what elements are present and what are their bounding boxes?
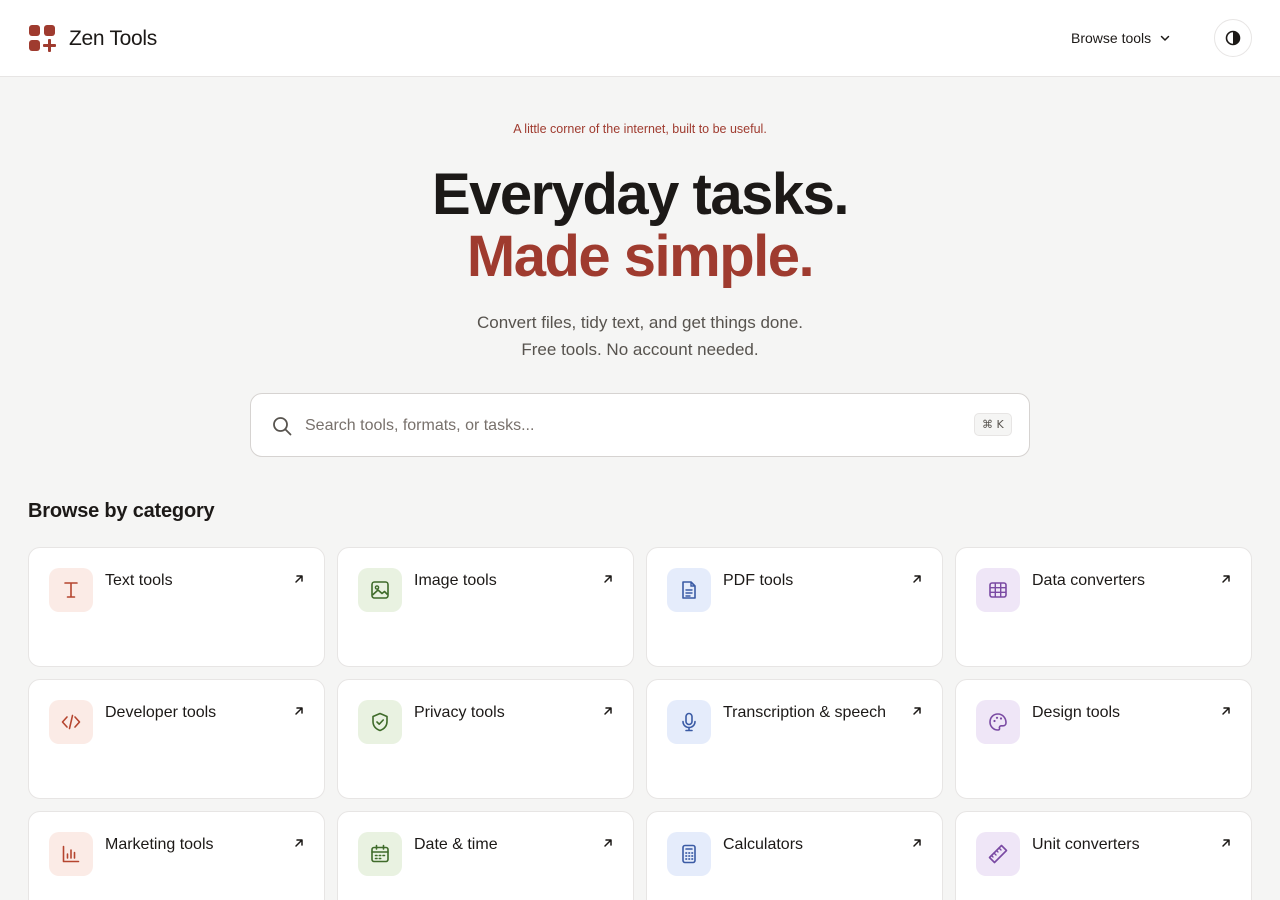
top-bar: Zen Tools Browse tools bbox=[0, 0, 1280, 77]
shield-check-icon bbox=[358, 700, 402, 744]
category-card-unit-converters[interactable]: Unit converters bbox=[955, 811, 1252, 900]
arrow-up-right-icon bbox=[295, 575, 303, 583]
category-card-transcription-speech[interactable]: Transcription & speech bbox=[646, 679, 943, 799]
bar-chart-icon bbox=[49, 832, 93, 876]
search-shortcut-badge: ⌘ K bbox=[974, 413, 1012, 436]
chevron-down-icon bbox=[1160, 35, 1170, 41]
card-title: Text tools bbox=[105, 572, 173, 589]
card-title: Calculators bbox=[723, 836, 804, 853]
contrast-icon bbox=[1225, 30, 1241, 46]
brand-name: Zen Tools bbox=[69, 27, 157, 50]
category-card-marketing-tools[interactable]: Marketing tools bbox=[28, 811, 325, 900]
search-input[interactable] bbox=[305, 406, 945, 446]
category-card-developer-tools[interactable]: Developer tools bbox=[28, 679, 325, 799]
card-title: Design tools bbox=[1032, 704, 1121, 721]
card-title: Image tools bbox=[414, 572, 497, 589]
browse-tools-label: Browse tools bbox=[1071, 30, 1152, 46]
browse-tools-button[interactable]: Browse tools bbox=[1063, 24, 1179, 52]
arrow-up-right-icon bbox=[295, 707, 303, 715]
code-icon bbox=[49, 700, 93, 744]
arrow-up-right-icon bbox=[295, 839, 303, 847]
category-card-privacy-tools[interactable]: Privacy tools bbox=[337, 679, 634, 799]
arrow-up-right-icon bbox=[1222, 707, 1230, 715]
card-title: PDF tools bbox=[723, 572, 794, 589]
hero-headline-line2: Made simple. bbox=[466, 224, 815, 289]
category-card-data-converters[interactable]: Data converters bbox=[955, 547, 1252, 667]
calendar-icon bbox=[358, 832, 402, 876]
search-icon bbox=[273, 417, 292, 436]
hero-headline-line1: Everyday tasks. bbox=[431, 162, 850, 227]
card-title: Marketing tools bbox=[105, 836, 214, 853]
category-card-pdf-tools[interactable]: PDF tools bbox=[646, 547, 943, 667]
arrow-up-right-icon bbox=[913, 839, 921, 847]
arrow-up-right-icon bbox=[604, 575, 612, 583]
ruler-icon bbox=[976, 832, 1020, 876]
category-card-image-tools[interactable]: Image tools bbox=[337, 547, 634, 667]
table-icon bbox=[976, 568, 1020, 612]
palette-icon bbox=[976, 700, 1020, 744]
calculator-icon bbox=[667, 832, 711, 876]
card-title: Data converters bbox=[1032, 572, 1145, 589]
category-card-design-tools[interactable]: Design tools bbox=[955, 679, 1252, 799]
document-icon bbox=[667, 568, 711, 612]
card-title: Developer tools bbox=[105, 704, 217, 721]
text-cursor-icon bbox=[49, 568, 93, 612]
arrow-up-right-icon bbox=[1222, 575, 1230, 583]
hero-subtitle-line2: Free tools. No account needed. bbox=[521, 340, 759, 359]
brand-logo-icon bbox=[29, 25, 57, 53]
category-card-date-time[interactable]: Date & time bbox=[337, 811, 634, 900]
arrow-up-right-icon bbox=[604, 707, 612, 715]
arrow-up-right-icon bbox=[604, 839, 612, 847]
category-card-text-tools[interactable]: Text tools bbox=[28, 547, 325, 667]
category-card-calculators[interactable]: Calculators bbox=[646, 811, 943, 900]
arrow-up-right-icon bbox=[1222, 839, 1230, 847]
image-icon bbox=[358, 568, 402, 612]
microphone-icon bbox=[667, 700, 711, 744]
card-title: Unit converters bbox=[1032, 836, 1140, 853]
hero-subtitle-line1: Convert files, tidy text, and get things… bbox=[476, 313, 804, 332]
arrow-up-right-icon bbox=[913, 707, 921, 715]
card-title: Transcription & speech bbox=[723, 704, 887, 721]
brand-link[interactable]: Zen Tools bbox=[29, 25, 157, 53]
card-title: Privacy tools bbox=[414, 704, 505, 721]
theme-toggle-button[interactable] bbox=[1214, 19, 1252, 57]
arrow-up-right-icon bbox=[913, 575, 921, 583]
section-title: Browse by category bbox=[28, 500, 215, 522]
card-title: Date & time bbox=[414, 836, 498, 853]
hero-tagline: A little corner of the internet, built t… bbox=[513, 122, 767, 136]
search-bar: ⌘ K bbox=[250, 393, 1030, 457]
